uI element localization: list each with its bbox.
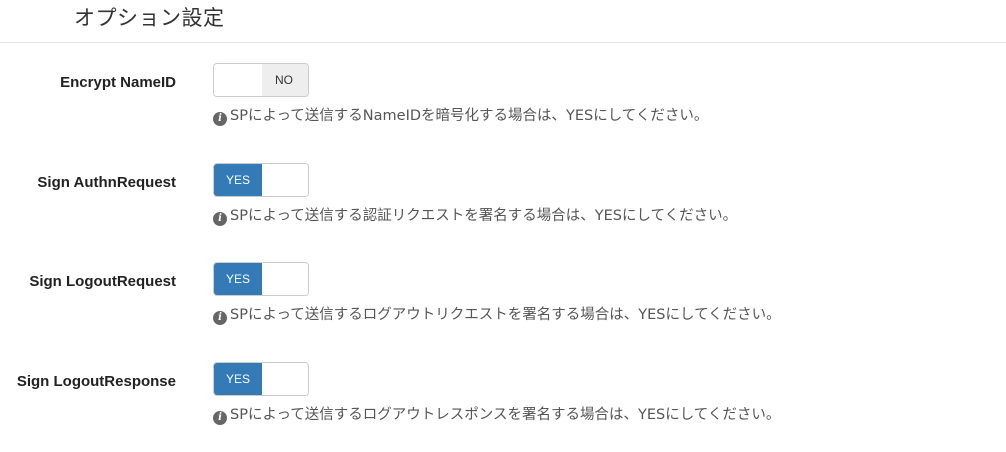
setting-row-encrypt-nameid: Encrypt NameID NO i SPによって送信するNameIDを暗号化す… (0, 63, 1006, 133)
help-text-content: SPによって送信するログアウトリクエストを署名する場合は、YESにしてください。 (230, 307, 781, 323)
section-title: オプション設定 (74, 6, 225, 30)
sign-logoutrequest-toggle[interactable]: YES (213, 262, 309, 296)
encrypt-nameid-toggle[interactable]: NO (213, 63, 309, 97)
toggle-off-label: NO (260, 64, 308, 96)
help-text-content: SPによって送信する認証リクエストを署名する場合は、YESにしてください。 (230, 208, 738, 224)
toggle-handle (262, 363, 308, 395)
info-icon: i (213, 311, 227, 325)
sign-authnrequest-toggle[interactable]: YES (213, 163, 309, 197)
help-text: i SPによって送信するログアウトレスポンスを署名する場合は、YESにしてください… (213, 405, 780, 425)
setting-label: Sign LogoutResponse (16, 373, 176, 390)
toggle-on-label: YES (214, 263, 262, 295)
section-header: オプション設定 (0, 0, 1006, 43)
toggle-handle (214, 64, 262, 96)
setting-row-sign-authnrequest: Sign AuthnRequest YES i SPによって送信する認証リクエスト… (0, 163, 1006, 233)
setting-row-sign-logoutresponse: Sign LogoutResponse YES i SPによって送信するログアウト… (0, 362, 1006, 432)
info-icon: i (213, 411, 227, 425)
setting-label: Sign LogoutRequest (29, 273, 176, 290)
help-text: i SPによって送信するNameIDを暗号化する場合は、YESにしてください。 (213, 106, 708, 126)
setting-label: Sign AuthnRequest (37, 174, 176, 191)
toggle-on-label: YES (214, 363, 262, 395)
info-icon: i (213, 112, 227, 126)
info-icon: i (213, 212, 227, 226)
toggle-handle (262, 263, 308, 295)
help-text: i SPによって送信する認証リクエストを署名する場合は、YESにしてください。 (213, 206, 737, 226)
toggle-on-label: YES (214, 164, 262, 196)
sign-logoutresponse-toggle[interactable]: YES (213, 362, 309, 396)
help-text-content: SPによって送信するログアウトレスポンスを署名する場合は、YESにしてください。 (230, 407, 781, 423)
setting-row-sign-logoutrequest: Sign LogoutRequest YES i SPによって送信するログアウトリ… (0, 262, 1006, 332)
toggle-handle (262, 164, 308, 196)
help-text: i SPによって送信するログアウトリクエストを署名する場合は、YESにしてください… (213, 305, 781, 325)
help-text-content: SPによって送信するNameIDを暗号化する場合は、YESにしてください。 (230, 108, 709, 124)
setting-label: Encrypt NameID (60, 74, 176, 91)
